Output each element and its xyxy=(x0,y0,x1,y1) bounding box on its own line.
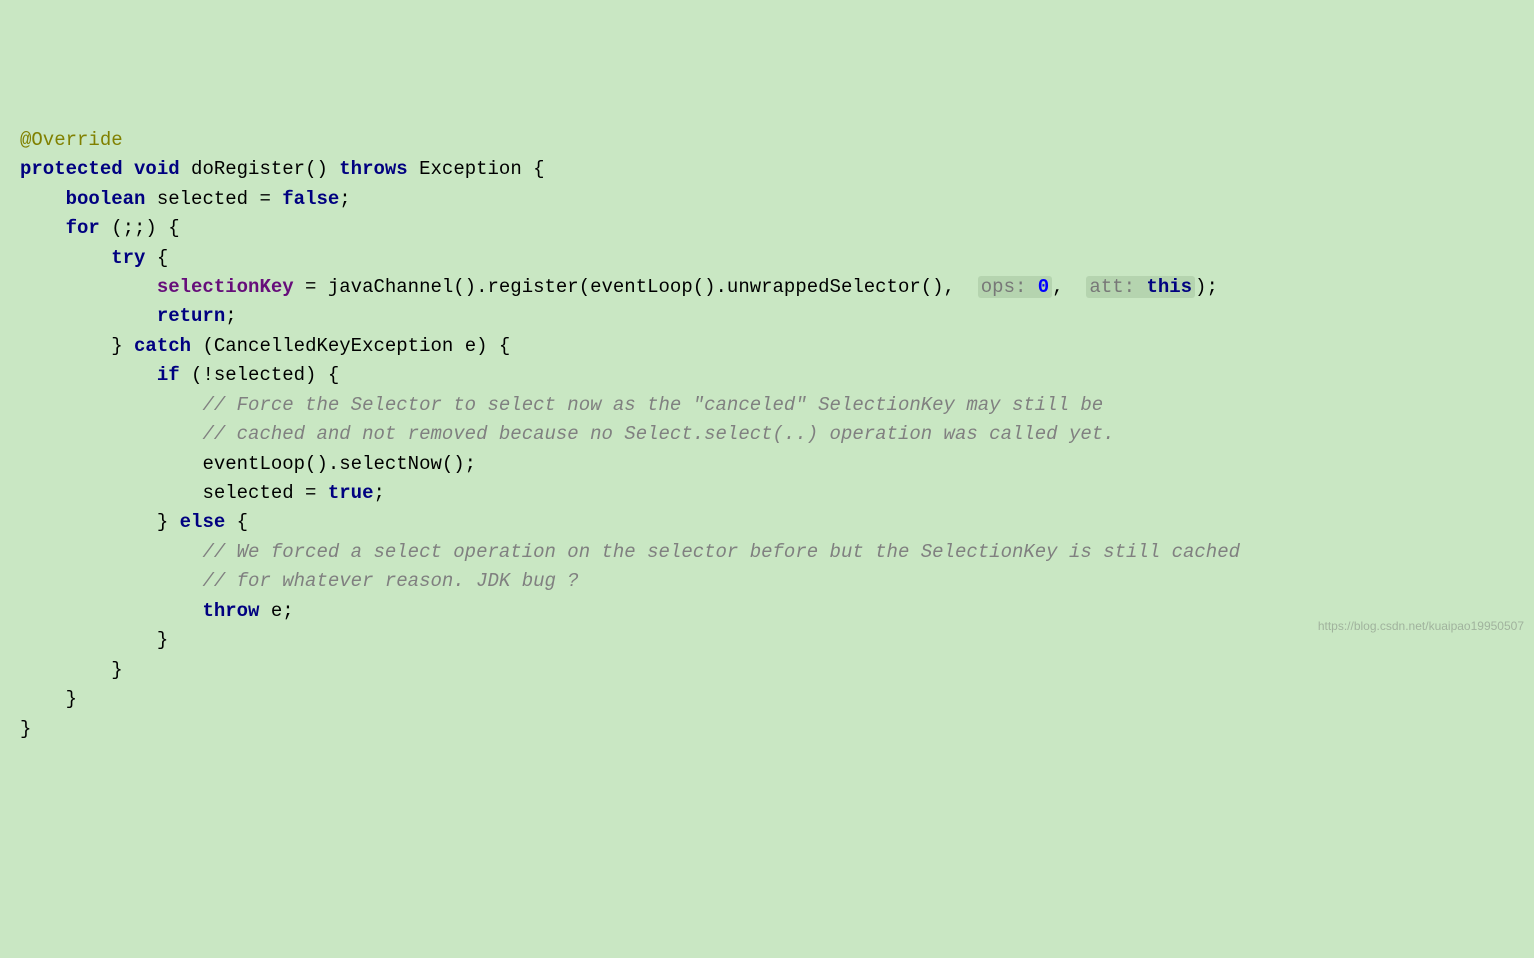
comment: // Force the Selector to select now as t… xyxy=(202,394,1103,416)
param-hint-att: att: this xyxy=(1086,276,1195,298)
exception-decl: Exception { xyxy=(419,158,544,180)
throw-rest: e; xyxy=(259,600,293,622)
method-name: doRegister() xyxy=(191,158,328,180)
assign-expr: = javaChannel().register(eventLoop().unw… xyxy=(294,276,978,298)
close-brace: } xyxy=(111,659,122,681)
semicolon: ; xyxy=(225,305,236,327)
watermark: https://blog.csdn.net/kuaipao19950507 xyxy=(1318,617,1524,636)
code-line-4: for (;;) { xyxy=(20,214,1534,243)
keyword-if: if xyxy=(157,364,180,386)
call-end: ); xyxy=(1195,276,1218,298)
annotation-override: @Override xyxy=(20,129,123,151)
comma: , xyxy=(1052,276,1086,298)
code-line-15: // We forced a select operation on the s… xyxy=(20,538,1534,567)
code-line-9: if (!selected) { xyxy=(20,361,1534,390)
code-line-13: selected = true; xyxy=(20,479,1534,508)
code-line-10: // Force the Selector to select now as t… xyxy=(20,391,1534,420)
code-line-21: } xyxy=(20,715,1534,744)
keyword-throw: throw xyxy=(202,600,259,622)
keyword-boolean: boolean xyxy=(66,188,146,210)
statement: eventLoop().selectNow(); xyxy=(202,453,476,475)
semicolon: ; xyxy=(373,482,384,504)
code-line-7: return; xyxy=(20,302,1534,331)
close-brace: } xyxy=(66,688,77,710)
code-editor: @Override protected void doRegister() thr… xyxy=(20,126,1534,744)
number-zero: 0 xyxy=(1038,276,1049,298)
else-rest: { xyxy=(225,511,248,533)
code-line-17: throw e; xyxy=(20,597,1534,626)
semicolon: ; xyxy=(339,188,350,210)
code-line-2: protected void doRegister() throws Excep… xyxy=(20,155,1534,184)
close-brace: } xyxy=(20,718,31,740)
code-line-5: try { xyxy=(20,244,1534,273)
assign: selected = xyxy=(202,482,327,504)
param-hint-ops: ops: 0 xyxy=(978,276,1052,298)
code-line-1: @Override xyxy=(20,126,1534,155)
code-line-12: eventLoop().selectNow(); xyxy=(20,450,1534,479)
code-line-11: // cached and not removed because no Sel… xyxy=(20,420,1534,449)
keyword-this: this xyxy=(1146,276,1192,298)
code-line-19: } xyxy=(20,656,1534,685)
comment: // We forced a select operation on the s… xyxy=(202,541,1240,563)
keyword-protected: protected xyxy=(20,158,123,180)
literal-true: true xyxy=(328,482,374,504)
for-rest: (;;) { xyxy=(100,217,180,239)
keyword-catch: catch xyxy=(134,335,191,357)
comment: // for whatever reason. JDK bug ? xyxy=(202,570,578,592)
var-selected: selected = xyxy=(157,188,271,210)
comment: // cached and not removed because no Sel… xyxy=(202,423,1114,445)
keyword-void: void xyxy=(134,158,180,180)
code-line-8: } catch (CancelledKeyException e) { xyxy=(20,332,1534,361)
code-line-6: selectionKey = javaChannel().register(ev… xyxy=(20,273,1534,302)
keyword-else: else xyxy=(180,511,226,533)
close-brace: } xyxy=(157,511,180,533)
if-rest: (!selected) { xyxy=(180,364,340,386)
literal-false: false xyxy=(282,188,339,210)
keyword-try: try xyxy=(111,247,145,269)
close-brace: } xyxy=(157,629,168,651)
keyword-for: for xyxy=(66,217,100,239)
keyword-throws: throws xyxy=(339,158,407,180)
code-line-3: boolean selected = false; xyxy=(20,185,1534,214)
code-line-14: } else { xyxy=(20,508,1534,537)
field-selectionkey: selectionKey xyxy=(157,276,294,298)
catch-rest: (CancelledKeyException e) { xyxy=(191,335,510,357)
code-line-16: // for whatever reason. JDK bug ? xyxy=(20,567,1534,596)
code-line-18: } xyxy=(20,626,1534,655)
try-rest: { xyxy=(145,247,168,269)
close-brace: } xyxy=(111,335,134,357)
code-line-20: } xyxy=(20,685,1534,714)
keyword-return: return xyxy=(157,305,225,327)
